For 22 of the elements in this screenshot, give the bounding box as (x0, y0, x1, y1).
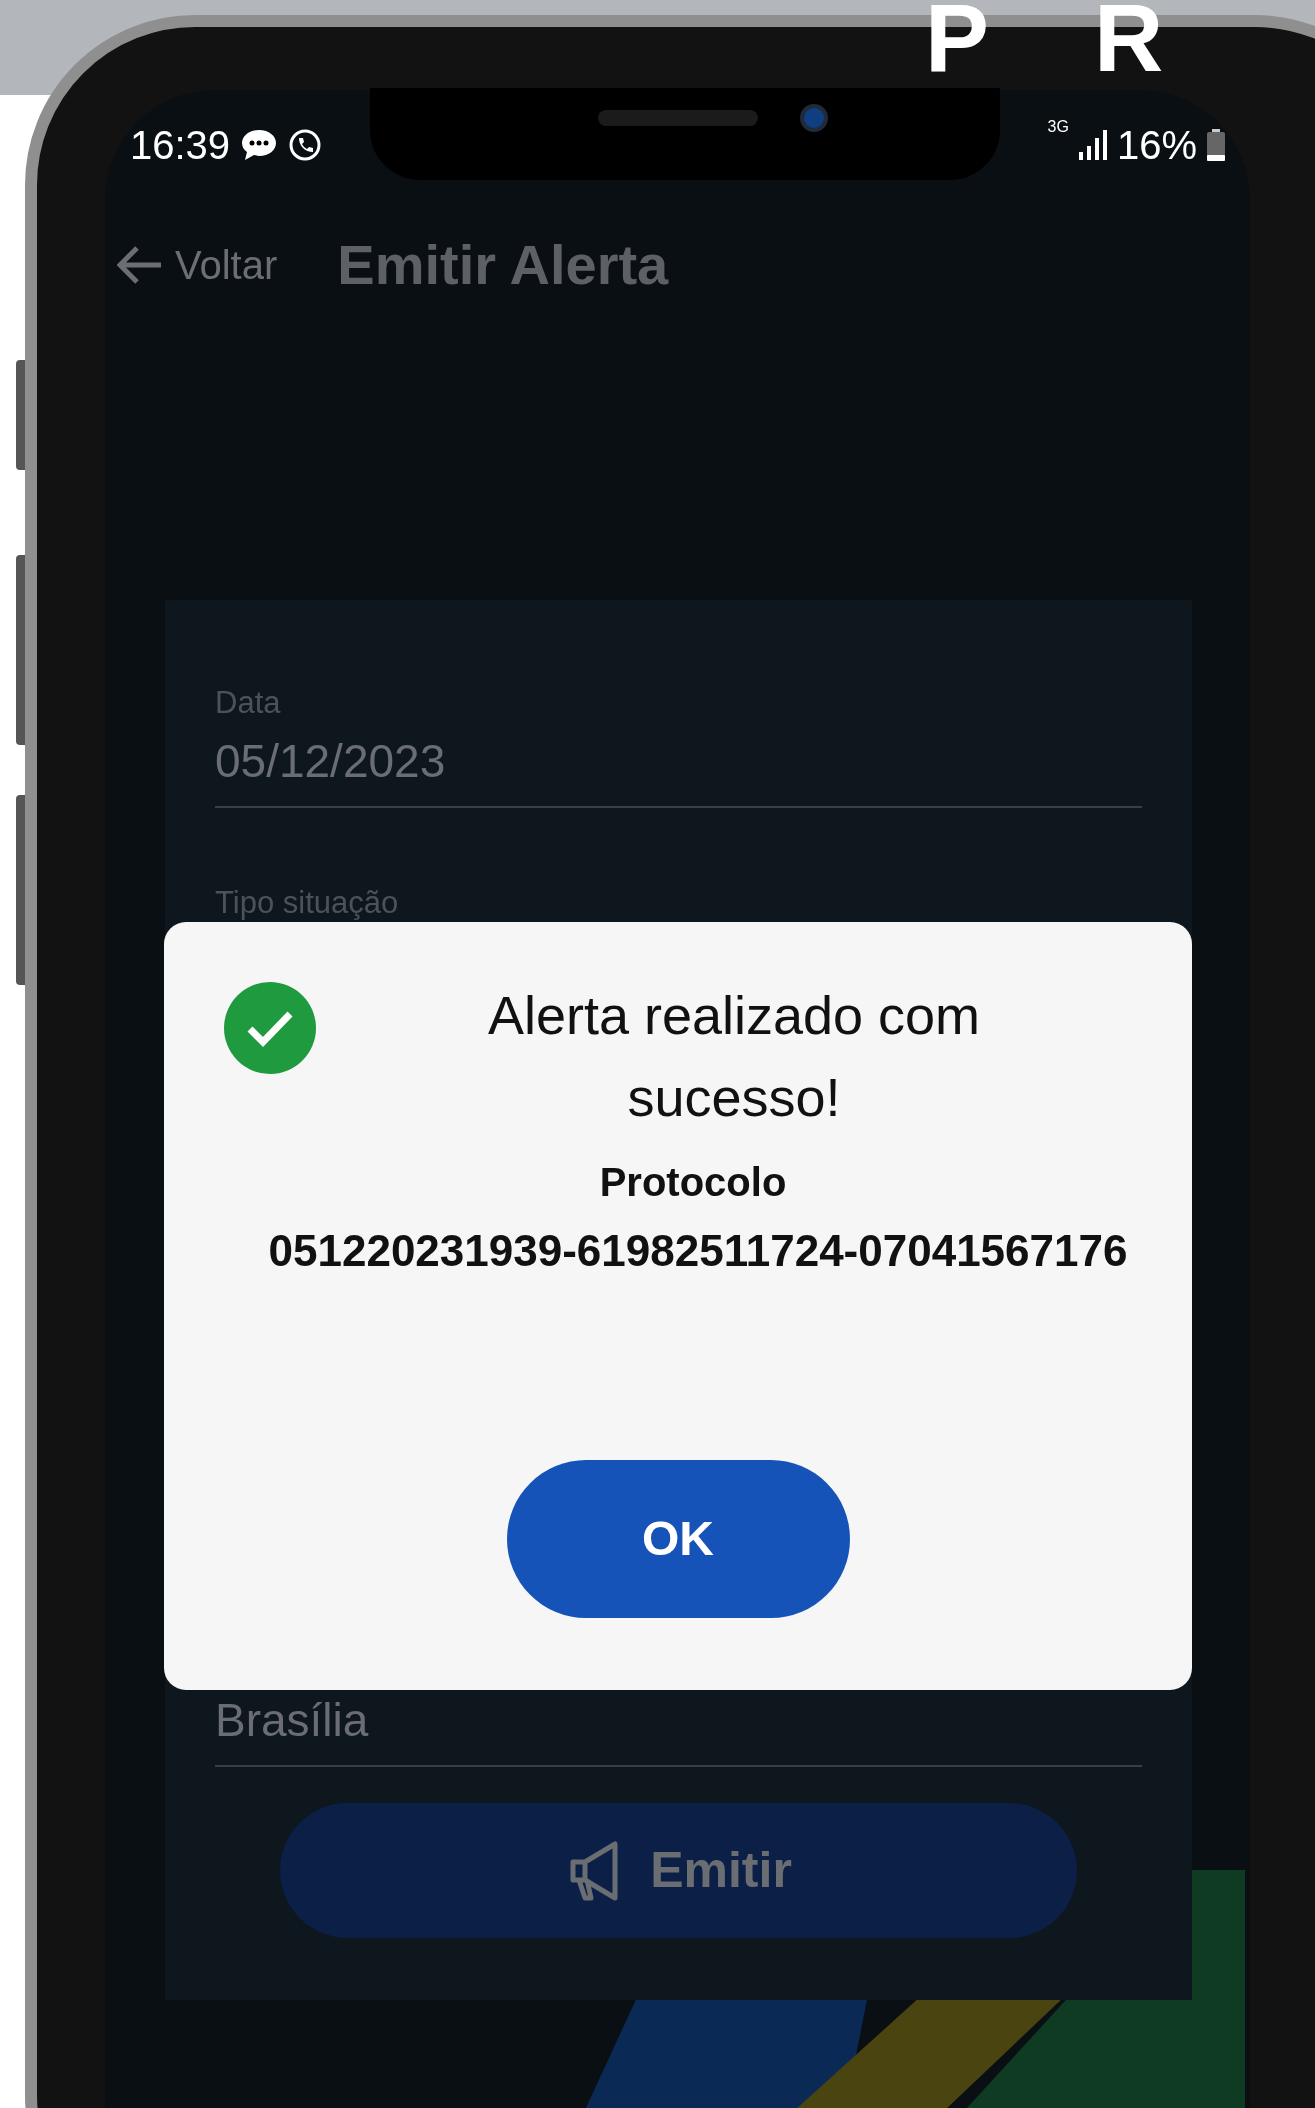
field-value: 05/12/2023 (215, 733, 447, 789)
back-button[interactable]: Voltar (117, 235, 278, 295)
field-label: Data (215, 684, 282, 722)
page-title: Emitir Alerta (337, 232, 669, 298)
field-value: Brasília (215, 1693, 370, 1748)
dialog-subtitle: Protocolo (599, 1159, 787, 1206)
banner-title: P R (925, 0, 1174, 86)
dialog-title: Alerta realizado com sucesso! (486, 984, 982, 1129)
back-arrow-icon (117, 245, 163, 285)
form-field[interactable]: Data 05/12/2023 (215, 680, 1142, 808)
network-type: 3G (1047, 117, 1069, 137)
status-time: 16:39 (130, 122, 231, 169)
phone-icon (288, 128, 323, 162)
battery-percent: 16% (1116, 122, 1197, 169)
signal-icon (1078, 130, 1107, 160)
chat-icon (240, 128, 279, 162)
ok-button[interactable]: OK (506, 1460, 850, 1618)
battery-icon (1207, 129, 1225, 161)
success-check-icon (224, 982, 316, 1074)
emit-button[interactable]: Emitir (280, 1803, 1077, 1938)
protocol-number: 051220231939-61982511724-07041567176 (268, 1225, 1128, 1277)
field-label: Tipo situação (215, 883, 400, 922)
